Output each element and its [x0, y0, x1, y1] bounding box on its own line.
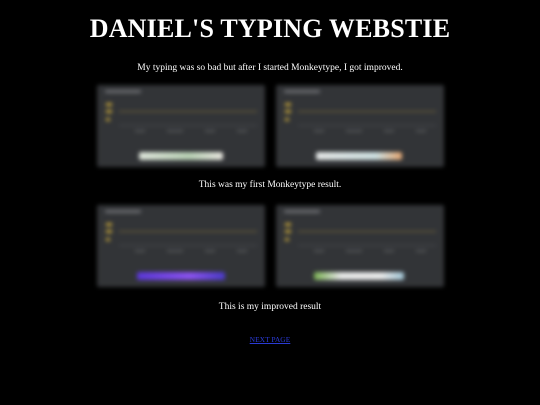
- next-page-container: NEXT PAGE: [0, 335, 540, 344]
- improved-result-screenshot-1: [97, 205, 265, 287]
- next-page-link[interactable]: NEXT PAGE: [250, 335, 291, 344]
- first-result-caption: This was my first Monkeytype result.: [198, 180, 342, 190]
- improved-result-caption: This is my improved result: [218, 302, 322, 312]
- first-result-screenshot-1: [97, 85, 265, 167]
- first-result-screenshot-2: [276, 85, 444, 167]
- improved-result-screenshot-2: [276, 205, 444, 287]
- page-title: DANIEL'S TYPING WEBSTIE: [89, 14, 451, 43]
- intro-text: My typing was so bad but after I started…: [137, 63, 403, 73]
